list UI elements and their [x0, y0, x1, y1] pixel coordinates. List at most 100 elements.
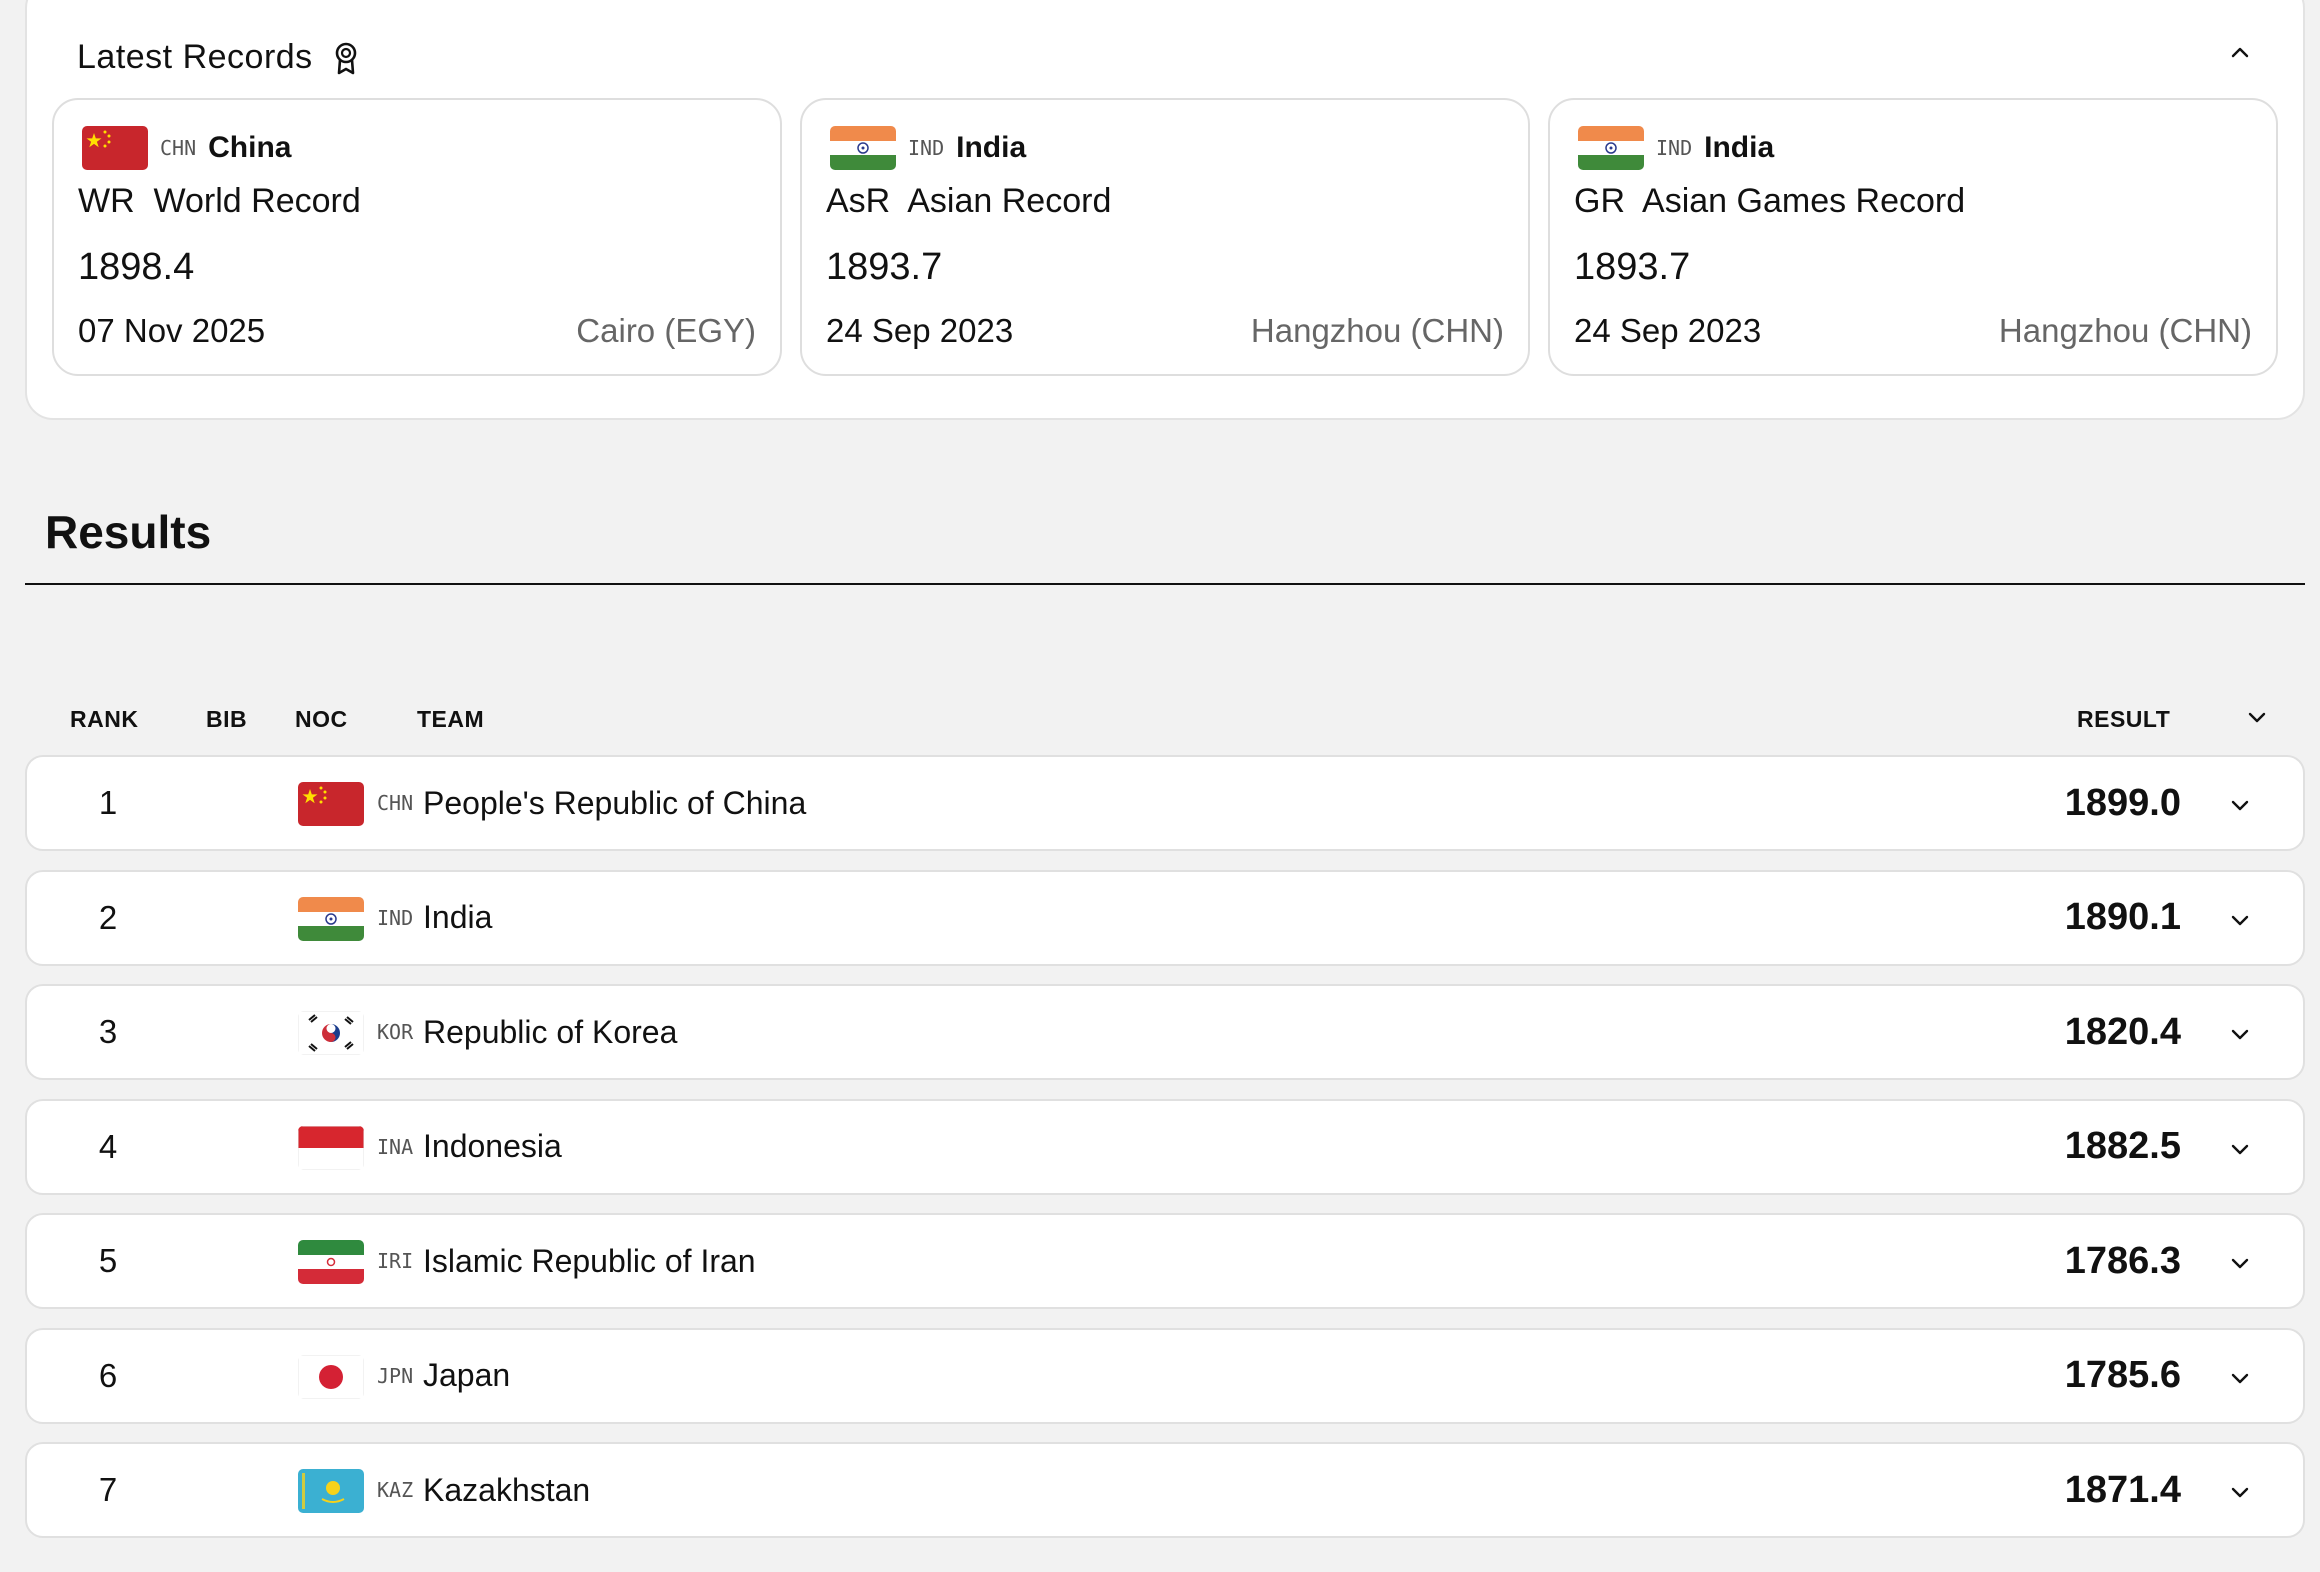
- result-team: Indonesia: [423, 1128, 562, 1164]
- record-date: 07 Nov 2025: [78, 312, 266, 349]
- chevron-down-icon: [2231, 915, 2249, 925]
- record-card[interactable]: CHN China WR World Record 1898.4 07 Nov …: [52, 98, 782, 376]
- result-score: 1871.4: [2064, 1468, 2181, 1511]
- record-country-code: CHN: [160, 136, 197, 160]
- chevron-down-icon: [2231, 1487, 2249, 1498]
- record-country: IND India: [830, 126, 1026, 170]
- expand-row-button[interactable]: [2225, 905, 2255, 935]
- result-team: India: [423, 899, 493, 935]
- india-flag: [830, 126, 896, 170]
- result-row[interactable]: 5 IRI Islamic Republic of Iran 1786.3: [25, 1213, 2305, 1309]
- indonesia-flag: [298, 1125, 364, 1170]
- result-noc: INA: [377, 1134, 414, 1159]
- record-card[interactable]: IND India AsR Asian Record 1893.7 24 Sep…: [800, 98, 1530, 376]
- record-title: AsR Asian Record: [826, 182, 1112, 220]
- china-flag: [82, 126, 148, 170]
- result-noc: KAZ: [377, 1478, 414, 1502]
- result-rank: 6: [98, 1356, 118, 1394]
- column-header-rank[interactable]: RANK: [70, 706, 138, 733]
- results-title: Results: [45, 506, 212, 558]
- record-country-code: IND: [908, 136, 945, 160]
- column-header-result[interactable]: RESULT: [2077, 706, 2170, 733]
- expand-row-button[interactable]: [2225, 790, 2255, 820]
- record-place: Hangzhou (CHN): [1250, 312, 1504, 349]
- results-list: 1 CHN People's Republic of China 1899.0 2 IND…: [25, 755, 2305, 1557]
- expand-row-button[interactable]: [2225, 1477, 2255, 1507]
- record-value: 1893.7: [826, 246, 943, 288]
- chevron-down-icon: [2231, 1258, 2249, 1269]
- record-place: Cairo (EGY): [576, 312, 756, 349]
- result-team: Islamic Republic of Iran: [423, 1242, 756, 1279]
- column-header-team[interactable]: TEAM: [417, 706, 484, 733]
- india-flag: [298, 896, 364, 941]
- record-place: Hangzhou (CHN): [1998, 312, 2252, 349]
- result-row[interactable]: 4 INA Indonesia 1882.5: [25, 1098, 2305, 1195]
- record-value: 1898.4: [78, 246, 195, 288]
- result-row[interactable]: 2 IND India 1890.1: [25, 869, 2305, 966]
- result-noc: IRI: [377, 1249, 414, 1273]
- result-score: 1899.0: [2064, 781, 2181, 824]
- latest-records-panel: Latest Records CHN China WR World Record…: [25, 0, 2305, 420]
- result-row[interactable]: 1 CHN People's Republic of China 1899.0: [25, 755, 2305, 851]
- china-flag: [298, 782, 364, 826]
- column-header-bib[interactable]: BIB: [206, 706, 247, 733]
- record-country-name: China: [208, 131, 292, 164]
- result-score: 1785.6: [2064, 1354, 2181, 1396]
- record-title: GR Asian Games Record: [1574, 182, 1966, 220]
- chevron-down-icon: [2231, 1029, 2249, 1040]
- result-rank: 5: [98, 1242, 118, 1279]
- record-country: CHN China: [82, 126, 291, 170]
- result-noc: CHN: [377, 791, 414, 815]
- result-rank: 7: [98, 1471, 118, 1508]
- result-team: Kazakhstan: [423, 1471, 591, 1508]
- award-icon: [331, 41, 361, 75]
- record-date: 24 Sep 2023: [1574, 312, 1762, 349]
- result-team: Republic of Korea: [423, 1013, 678, 1050]
- japan-flag: [298, 1354, 364, 1399]
- record-country-name: India: [1704, 131, 1775, 164]
- record-cards: CHN China WR World Record 1898.4 07 Nov …: [52, 98, 2278, 376]
- result-row[interactable]: 3 KOR Republic of Korea 1820.4: [25, 984, 2305, 1080]
- expand-all-button[interactable]: [2242, 702, 2272, 732]
- latest-records-title: Latest Records: [77, 38, 313, 76]
- latest-records-header: Latest Records: [77, 38, 361, 77]
- expand-row-button[interactable]: [2225, 1248, 2255, 1278]
- result-row[interactable]: 7 KAZ Kazakhstan 1871.4: [25, 1442, 2305, 1538]
- result-rank: 4: [98, 1127, 118, 1165]
- india-flag: [1578, 126, 1644, 170]
- record-country-name: India: [956, 131, 1027, 164]
- record-date: 24 Sep 2023: [826, 312, 1014, 349]
- expand-row-button[interactable]: [2225, 1134, 2255, 1164]
- result-score: 1820.4: [2064, 1010, 2181, 1053]
- record-title: WR World Record: [78, 182, 361, 220]
- results-divider: [25, 583, 2305, 585]
- result-score: 1882.5: [2064, 1125, 2181, 1167]
- result-row[interactable]: 6 JPN Japan 1785.6: [25, 1327, 2305, 1424]
- result-noc: IND: [377, 905, 414, 930]
- chevron-down-icon: [2231, 800, 2249, 811]
- record-country: IND India: [1578, 126, 1774, 170]
- chevron-down-icon: [2231, 1144, 2249, 1154]
- result-team: Japan: [423, 1357, 511, 1393]
- result-noc: JPN: [377, 1363, 414, 1388]
- collapse-records-button[interactable]: [2225, 38, 2255, 68]
- record-card[interactable]: IND India GR Asian Games Record 1893.7 2…: [1548, 98, 2278, 376]
- column-header-noc[interactable]: NOC: [295, 706, 348, 733]
- result-team: People's Republic of China: [423, 784, 807, 821]
- iran-flag: [298, 1240, 364, 1284]
- record-value: 1893.7: [1574, 246, 1691, 288]
- result-score: 1786.3: [2064, 1239, 2181, 1282]
- expand-row-button[interactable]: [2225, 1019, 2255, 1049]
- expand-row-button[interactable]: [2225, 1363, 2255, 1393]
- result-score: 1890.1: [2064, 896, 2181, 938]
- kazakhstan-flag: [298, 1469, 364, 1513]
- result-rank: 3: [98, 1013, 118, 1050]
- korea-flag: [298, 1011, 364, 1055]
- result-noc: KOR: [377, 1020, 414, 1044]
- chevron-up-icon: [2231, 47, 2249, 58]
- result-rank: 2: [98, 898, 118, 936]
- result-rank: 1: [98, 784, 118, 821]
- chevron-down-icon: [2248, 712, 2266, 723]
- chevron-down-icon: [2231, 1373, 2249, 1383]
- record-country-code: IND: [1656, 136, 1693, 160]
